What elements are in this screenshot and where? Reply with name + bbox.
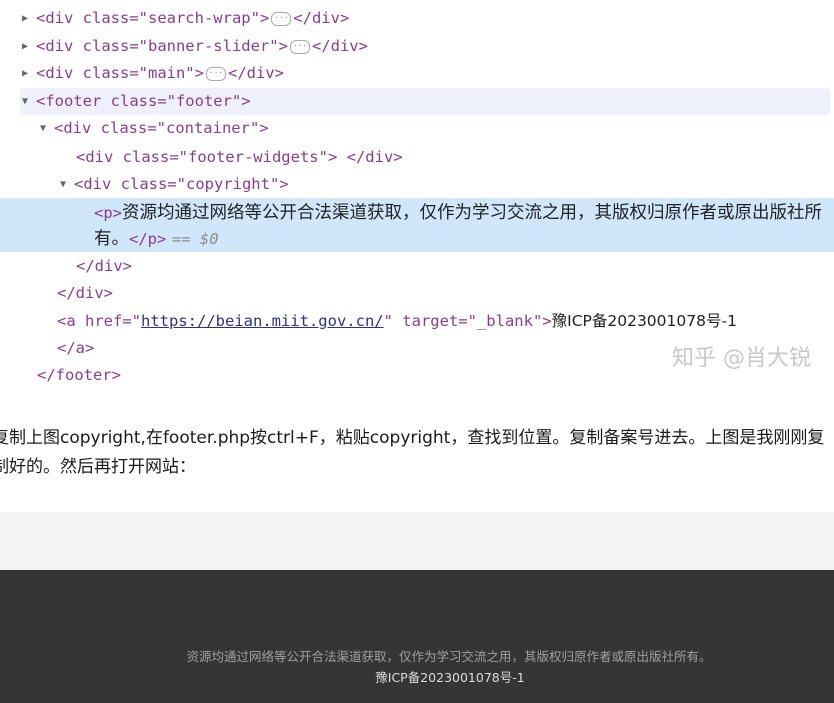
collapsed-ellipsis-icon[interactable]: ···	[205, 66, 226, 81]
tree-node-container[interactable]: ▼ <div class="container">	[40, 115, 269, 142]
tree-node-close-div: </div>	[57, 280, 113, 307]
node-close-tag: </footer>	[37, 366, 121, 384]
p-open-tag: <p>	[94, 204, 122, 222]
node-open-tag: <div class="main">	[36, 64, 204, 82]
expand-triangle-icon[interactable]: ▶	[22, 5, 36, 32]
node-open-tag: <div class="banner-slider">	[36, 37, 288, 55]
collapse-triangle-icon[interactable]: ▼	[40, 115, 54, 142]
zhihu-watermark: 知乎 @肖大锐	[672, 346, 811, 371]
collapsed-ellipsis-icon[interactable]: ···	[289, 39, 310, 54]
tree-node-close-div: </div>	[76, 253, 132, 280]
anchor-open-tag-prefix: <a href="	[57, 312, 141, 330]
anchor-text: 豫ICP备2023001078号-1	[551, 312, 737, 330]
tree-node-footer[interactable]: ▼ <footer class="footer">	[20, 88, 830, 115]
anchor-open-tag-suffix: " target="_blank">	[383, 312, 552, 330]
article-paragraph: 复制上图copyright,在footer.php按ctrl+F，粘贴copyr…	[0, 428, 825, 477]
tree-node-footer-widgets[interactable]: <div class="footer-widgets"> </div>	[76, 144, 403, 171]
tree-node-banner-slider[interactable]: ▶ <div class="banner-slider"> ··· </div>	[22, 33, 368, 60]
tree-node-search-wrap[interactable]: ▶ <div class="search-wrap"> ··· </div>	[22, 5, 349, 32]
collapse-triangle-icon[interactable]: ▼	[22, 88, 36, 115]
tree-node-main[interactable]: ▶ <div class="main"> ··· </div>	[22, 60, 284, 87]
node-close-tag: </div>	[227, 64, 284, 82]
expand-triangle-icon[interactable]: ▶	[22, 60, 36, 87]
site-footer: 资源均通过网络等公开合法渠道获取，仅作为学习交流之用，其版权归原作者或原出版社所…	[0, 570, 834, 703]
p-close-tag: </p>	[129, 230, 167, 248]
site-footer-copyright: 资源均通过网络等公开合法渠道获取，仅作为学习交流之用，其版权归原作者或原出版社所…	[186, 649, 712, 664]
node-open-tag: <div class="container">	[54, 119, 269, 137]
tree-node-copyright[interactable]: ▼ <div class="copyright">	[60, 171, 289, 198]
node-open-tag: <footer class="footer">	[36, 92, 251, 110]
collapsed-ellipsis-icon[interactable]: ···	[271, 11, 292, 26]
node-close-tag: </div>	[57, 284, 113, 302]
node-close-tag: </a>	[57, 339, 95, 357]
site-footer-icp-link[interactable]: 豫ICP备2023001078号-1	[0, 667, 834, 686]
collapse-triangle-icon[interactable]: ▼	[60, 171, 74, 198]
node-close-tag: </div>	[76, 257, 132, 275]
devtools-elements-panel: ▶ <div class="search-wrap"> ··· </div> ▶ <di…	[0, 0, 834, 392]
node-close-tag: </div>	[293, 9, 350, 27]
tree-node-p[interactable]: <p>资源均通过网络等公开合法渠道获取，仅作为学习交流之用，其版权归原作者或原出…	[94, 200, 826, 252]
node-open-tag: <div class="footer-widgets"> </div>	[76, 148, 403, 166]
node-open-tag: <div class="search-wrap">	[36, 9, 270, 27]
expand-triangle-icon[interactable]: ▶	[22, 33, 36, 60]
tree-node-close-a: </a>	[57, 335, 94, 362]
anchor-href-link[interactable]: https://beian.miit.gov.cn/	[141, 312, 384, 330]
site-body-area	[0, 512, 834, 570]
console-ref-label: == $0	[171, 230, 219, 248]
tree-node-anchor[interactable]: <a href="https://beian.miit.gov.cn/" tar…	[57, 308, 737, 335]
node-open-tag: <div class="copyright">	[74, 175, 289, 193]
tree-node-close-footer: </footer>	[37, 362, 121, 389]
node-close-tag: </div>	[311, 37, 368, 55]
